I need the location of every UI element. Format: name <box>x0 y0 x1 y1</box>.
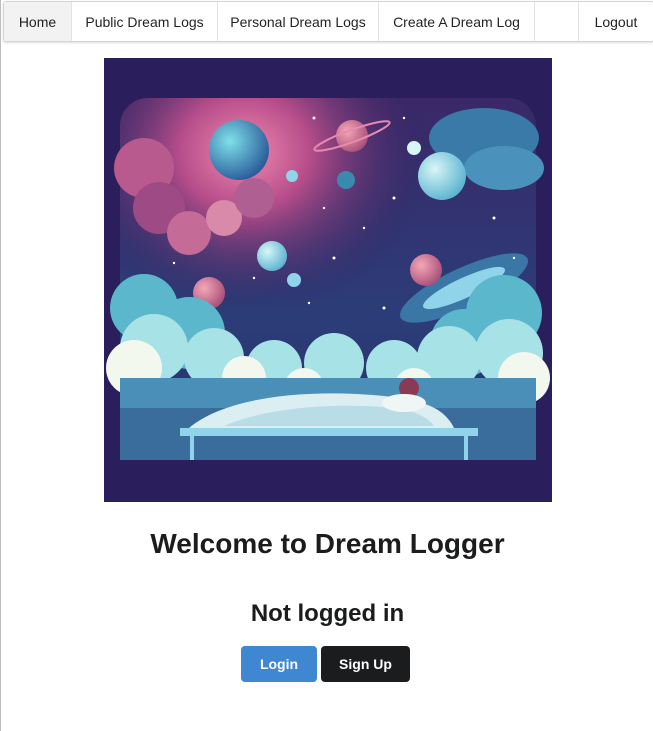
nav-item-public-dream-logs[interactable]: Public Dream Logs <box>72 2 218 41</box>
hero-image <box>104 58 552 502</box>
nav-item-create-dream-log[interactable]: Create A Dream Log <box>379 2 535 41</box>
login-status: Not logged in <box>250 600 405 627</box>
nav-item-logout[interactable]: Logout <box>579 2 653 41</box>
login-button[interactable]: Login <box>241 646 317 682</box>
signup-button[interactable]: Sign Up <box>321 646 410 682</box>
top-nav-menu: Home Public Dream Logs Personal Dream Lo… <box>3 1 653 42</box>
dream-illustration-icon <box>104 58 552 502</box>
nav-spacer <box>535 2 579 41</box>
nav-item-personal-dream-logs[interactable]: Personal Dream Logs <box>218 2 379 41</box>
page-title: Welcome to Dream Logger <box>150 528 505 559</box>
nav-item-home[interactable]: Home <box>4 2 72 41</box>
